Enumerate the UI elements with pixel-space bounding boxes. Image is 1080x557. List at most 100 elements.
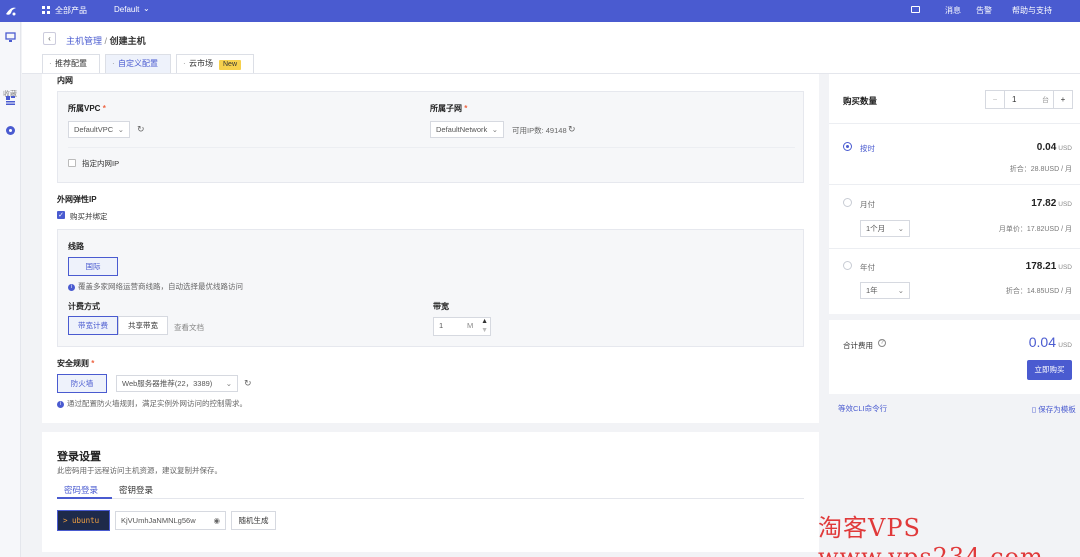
monitor-icon[interactable] xyxy=(5,32,16,43)
firewall-rule-select[interactable]: Web服务器推荐(22，3389) ⌄ xyxy=(116,375,238,392)
cli-link[interactable]: 等效CLI命令行 xyxy=(838,403,887,414)
yearly-price-unit: USD xyxy=(1058,264,1072,271)
total-label: 合计费用 xyxy=(843,341,873,350)
hourly-price-value: 0.04 xyxy=(1036,142,1057,153)
hourly-price: 0.04 USD xyxy=(1037,142,1072,153)
watermark: 淘客VPS www.vps234.com xyxy=(818,514,1044,557)
host-list-icon[interactable] xyxy=(5,95,16,106)
chevron-down-icon: ⌄ xyxy=(491,125,498,134)
subnet-value: DefaultNetwork xyxy=(436,125,488,134)
yearly-price: 178.21 USD xyxy=(1026,261,1072,272)
yearly-label: 年付 xyxy=(860,263,875,272)
qty-value[interactable]: 1 xyxy=(1012,95,1016,104)
doc-link[interactable]: 查看文档 xyxy=(174,322,204,333)
buy-bind-label: 购买并绑定 xyxy=(70,212,108,221)
help-link[interactable]: 帮助与支持 xyxy=(1012,5,1052,16)
line-intl-button[interactable]: 国际 xyxy=(68,257,118,276)
breadcrumb-parent[interactable]: 主机管理 xyxy=(66,36,102,46)
refresh-icon[interactable]: ↻ xyxy=(137,124,147,134)
tab-key-login[interactable]: 密钥登录 xyxy=(119,484,153,496)
info-icon: i xyxy=(57,400,64,408)
tab-label: 推荐配置 xyxy=(55,59,87,68)
save-template-link[interactable]: ▯ 保存为模板 xyxy=(1032,404,1076,415)
intranet-title: 内网 xyxy=(57,76,73,85)
tab-label: 自定义配置 xyxy=(118,59,158,68)
radio-yearly[interactable] xyxy=(843,261,852,270)
username-display: > ubuntu xyxy=(57,510,110,531)
tab-marketplace[interactable]: · 云市场 New xyxy=(176,54,254,73)
total-value: 0.04 xyxy=(1028,334,1056,350)
refresh-icon[interactable]: ↻ xyxy=(244,378,254,388)
billing-shared-button[interactable]: 共享带宽 xyxy=(118,316,168,335)
stepper-down-icon[interactable]: ▼ xyxy=(481,323,488,338)
billing-bandwidth-button[interactable]: 带宽计费 xyxy=(68,316,118,335)
qty-plus-button[interactable]: + xyxy=(1053,91,1072,108)
generate-button[interactable]: 随机生成 xyxy=(231,511,276,530)
monthly-price-value: 17.82 xyxy=(1031,198,1057,209)
monthly-period-select[interactable]: 1个月 ⌄ xyxy=(860,220,910,237)
specify-ip-checkbox[interactable] xyxy=(68,159,76,167)
network-icon[interactable] xyxy=(5,125,16,136)
firewall-rule-value: Web服务器推荐(22，3389) xyxy=(122,379,213,388)
all-products-menu[interactable]: 全部产品 xyxy=(55,5,87,16)
tab-recommended[interactable]: · 推荐配置 xyxy=(42,54,100,73)
password-input[interactable]: KjVUmhJaNMNLg56w ◉ xyxy=(115,511,226,530)
hourly-note: 折合：28.8USD / 月 xyxy=(1009,166,1072,173)
buy-bind-checkbox[interactable]: ✓ xyxy=(57,211,65,219)
radio-monthly[interactable] xyxy=(843,198,852,207)
tab-password-login[interactable]: 密码登录 xyxy=(64,484,98,496)
purchase-panel: 购买数量 − 1 台 + 按时 0.04 USD 折合：28.8USD / 月 月… xyxy=(829,74,1080,394)
top-bar: 全部产品 Default ⌄ 消息 告警 帮助与支持 xyxy=(0,0,1080,22)
firewall-button[interactable]: 防火墙 xyxy=(57,374,107,393)
security-note-text: 通过配置防火墙规则，满足实例外网访问的控制需求。 xyxy=(67,399,247,408)
login-desc: 此密码用于远程访问主机资源，建议复制并保存。 xyxy=(57,466,222,475)
subnet-select[interactable]: DefaultNetwork ⌄ xyxy=(430,121,504,138)
chevron-down-icon: ⌄ xyxy=(897,286,904,295)
yearly-period-value: 1年 xyxy=(866,286,878,295)
chevron-down-icon[interactable]: ⌄ xyxy=(143,4,150,13)
intranet-box: 所属VPC * DefaultVPC ⌄ ↻ 所属子网 * DefaultNetw… xyxy=(57,91,804,183)
radio-hourly[interactable] xyxy=(843,142,852,151)
messages-link[interactable]: 消息 xyxy=(945,5,961,16)
buy-now-button[interactable]: 立即购买 xyxy=(1027,360,1072,380)
required-mark: * xyxy=(464,104,468,113)
logo-icon[interactable] xyxy=(4,4,18,18)
vpc-value: DefaultVPC xyxy=(74,125,114,134)
document-icon: ▯ xyxy=(1032,405,1037,414)
monthly-label: 月付 xyxy=(860,200,875,209)
mail-icon[interactable] xyxy=(911,6,920,13)
monthly-period-value: 1个月 xyxy=(866,224,886,233)
divider xyxy=(829,123,1080,124)
project-selector[interactable]: Default xyxy=(114,5,139,14)
alerts-link[interactable]: 告警 xyxy=(976,5,992,16)
login-title: 登录设置 xyxy=(57,451,101,463)
hourly-label: 按时 xyxy=(860,144,875,153)
config-card: 内网 所属VPC * DefaultVPC ⌄ ↻ 所属子网 * DefaultN… xyxy=(42,74,819,423)
eye-icon[interactable]: ◉ xyxy=(213,512,220,529)
page-title: 创建主机 xyxy=(109,36,146,46)
refresh-icon[interactable]: ↻ xyxy=(568,124,578,134)
save-template-text: 保存为模板 xyxy=(1038,405,1076,414)
tab-custom[interactable]: · 自定义配置 xyxy=(105,54,171,73)
vpc-select[interactable]: DefaultVPC ⌄ xyxy=(68,121,130,138)
bandwidth-label: 带宽 xyxy=(433,302,449,311)
billing-label: 计费方式 xyxy=(68,302,100,311)
bandwidth-value: 1 xyxy=(439,321,444,330)
required-mark: * xyxy=(102,104,106,113)
security-label-text: 安全规则 xyxy=(57,359,89,368)
qty-unit: 台 xyxy=(1042,97,1049,104)
qty-minus-button[interactable]: − xyxy=(986,91,1005,108)
hourly-price-unit: USD xyxy=(1058,145,1072,152)
bandwidth-unit: M xyxy=(467,321,474,330)
left-nav: 收藏 xyxy=(0,22,21,557)
yearly-period-select[interactable]: 1年 ⌄ xyxy=(860,282,910,299)
grid-icon[interactable] xyxy=(42,6,50,14)
chevron-down-icon: ⌄ xyxy=(897,224,904,233)
help-icon[interactable]: ? xyxy=(878,339,886,347)
back-button[interactable]: ‹ xyxy=(43,32,56,45)
divider xyxy=(829,184,1080,185)
bandwidth-input[interactable]: 1 M ▲ ▼ xyxy=(433,317,491,336)
qty-stepper[interactable]: − 1 台 + xyxy=(985,90,1073,109)
available-ip-count: 可用IP数: 49148 xyxy=(512,126,567,135)
monthly-price-unit: USD xyxy=(1058,201,1072,208)
